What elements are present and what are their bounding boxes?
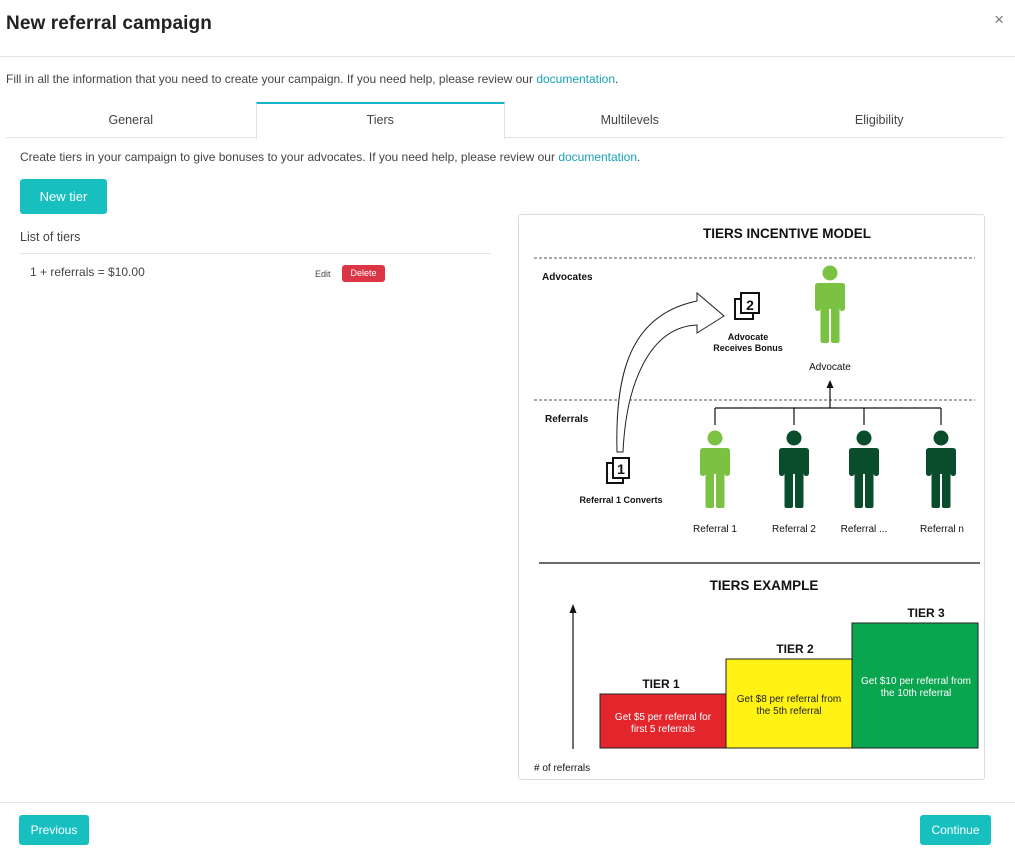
tier-2-title: TIER 2 <box>776 642 814 656</box>
advocate-person-icon <box>815 265 845 343</box>
edit-tier-link[interactable]: Edit <box>315 269 331 279</box>
tiers-diagram: TIERS INCENTIVE MODEL Advocates Referral… <box>518 214 985 780</box>
advocates-label: Advocates <box>542 272 593 283</box>
tiers-documentation-link[interactable]: documentation <box>558 150 637 164</box>
tier-3-title: TIER 3 <box>907 606 945 620</box>
tier-1-text-line1: Get $5 per referral for <box>615 712 712 723</box>
step2-label-line2: Receives Bonus <box>713 343 783 353</box>
referral-2-label: Referral 2 <box>772 524 816 535</box>
intro-text-body: Fill in all the information that you nee… <box>6 72 537 86</box>
list-divider <box>20 253 491 254</box>
tab-eligibility[interactable]: Eligibility <box>755 102 1005 138</box>
tier-3-text-line2: the 10th referral <box>881 688 952 699</box>
modal-footer <box>0 802 1015 803</box>
continue-button[interactable]: Continue <box>920 815 991 845</box>
tiers-diagram-svg: TIERS INCENTIVE MODEL Advocates Referral… <box>534 226 980 774</box>
referral-n-person-icon <box>926 430 956 508</box>
referral-2-person-icon <box>779 430 809 508</box>
new-tier-button[interactable]: New tier <box>20 179 107 214</box>
tier-1-title: TIER 1 <box>642 677 680 691</box>
step1-icon: 1 <box>606 457 630 484</box>
tier-row-label: 1 + referrals = $10.00 <box>30 265 145 279</box>
tree-arrowhead <box>826 380 834 388</box>
referrals-label: Referrals <box>545 414 589 425</box>
documentation-link[interactable]: documentation <box>536 72 615 86</box>
tier-2-text-line1: Get $8 per referral from <box>737 694 841 705</box>
y-axis-label: # of referrals <box>534 763 590 774</box>
referral-3-label: Referral ... <box>841 524 888 535</box>
tiers-description-suffix: . <box>637 150 641 164</box>
example-title: TIERS EXAMPLE <box>710 578 819 593</box>
list-of-tiers-title: List of tiers <box>20 230 81 244</box>
curved-arrow <box>616 291 725 453</box>
referral-1-person-icon <box>700 430 730 508</box>
close-icon[interactable]: × <box>994 10 1004 30</box>
tab-tiers[interactable]: Tiers <box>255 102 505 139</box>
advocate-label: Advocate <box>809 362 851 373</box>
tab-general[interactable]: General <box>6 102 256 138</box>
previous-button[interactable]: Previous <box>19 815 89 845</box>
step2-label-line1: Advocate <box>728 332 769 342</box>
step2-number: 2 <box>746 297 754 313</box>
modal-header: New referral campaign × <box>0 0 1015 57</box>
intro-suffix: . <box>615 72 619 86</box>
tiers-description-body: Create tiers in your campaign to give bo… <box>20 150 559 164</box>
step1-label: Referral 1 Converts <box>579 495 662 505</box>
y-axis-arrowhead <box>569 604 577 613</box>
referral-3-person-icon <box>849 430 879 508</box>
step1-number: 1 <box>617 461 625 477</box>
tier-2-text-line2: the 5th referral <box>756 706 821 717</box>
tab-bar: General Tiers Multilevels Eligibility <box>6 102 1005 139</box>
tier-3-text-line1: Get $10 per referral from <box>861 676 971 687</box>
modal-title: New referral campaign <box>6 13 212 34</box>
delete-tier-button[interactable]: Delete <box>342 265 385 282</box>
referral-n-label: Referral n <box>920 524 964 535</box>
tiers-description: Create tiers in your campaign to give bo… <box>20 150 640 164</box>
tab-multilevels[interactable]: Multilevels <box>505 102 755 138</box>
model-title: TIERS INCENTIVE MODEL <box>703 226 871 241</box>
intro-text: Fill in all the information that you nee… <box>6 72 618 86</box>
tier-1-text-line2: first 5 referrals <box>631 724 695 735</box>
step2-icon: 2 <box>734 292 760 320</box>
referral-1-label: Referral 1 <box>693 524 737 535</box>
